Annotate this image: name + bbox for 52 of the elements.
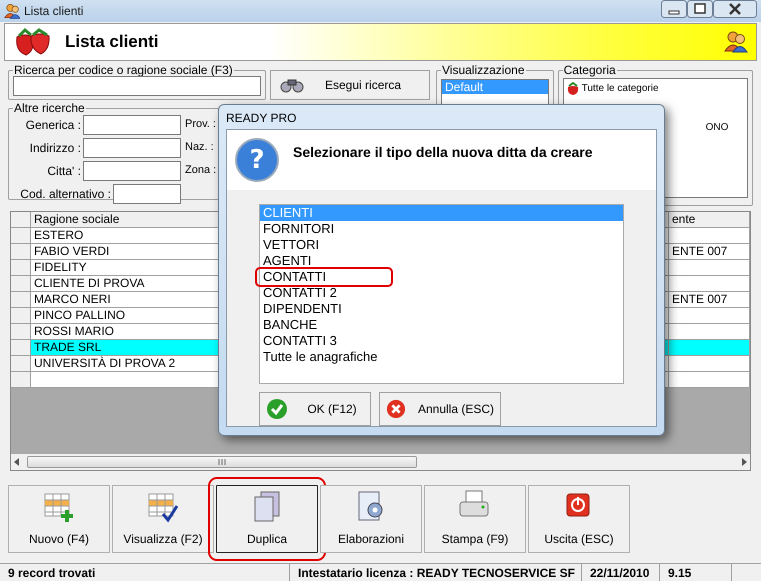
close-icon xyxy=(713,0,757,18)
app-icon xyxy=(4,3,20,19)
minimize-icon xyxy=(661,0,687,18)
toolbar-button[interactable]: Uscita (ESC) xyxy=(528,485,630,553)
field-label: Citta' : xyxy=(47,162,81,180)
tree-item[interactable]: ONO xyxy=(706,120,728,135)
input-field[interactable] xyxy=(83,160,181,180)
toolbar-button[interactable]: Elaborazioni xyxy=(320,485,422,553)
group-label: Altre ricerche xyxy=(13,102,86,114)
scroll-thumb[interactable] xyxy=(27,456,417,468)
status-text: 9.15 xyxy=(660,564,732,581)
window-title: Lista clienti xyxy=(24,3,84,20)
table-cell: ENTE 007 xyxy=(669,292,750,308)
tree-item[interactable]: Tutte le categorie xyxy=(582,81,659,96)
grip-icon xyxy=(218,459,226,465)
field-label: Zona : xyxy=(185,163,216,178)
cross-icon xyxy=(386,398,406,420)
strawberry-icon xyxy=(566,82,580,96)
search-field[interactable] xyxy=(13,76,261,96)
check-icon xyxy=(266,398,288,420)
input-field[interactable] xyxy=(83,138,181,158)
binoculars-icon xyxy=(279,77,305,93)
question-icon: ? xyxy=(235,138,279,182)
dialog-message: Selezionare il tipo della nuova ditta da creare xyxy=(293,143,593,162)
column-header: ente xyxy=(669,212,750,228)
status-text: Intestatario licenza : READY TECNOSERVICE SF xyxy=(290,564,582,581)
input-field[interactable] xyxy=(113,184,181,204)
status-text: 22/11/2010 xyxy=(582,564,660,581)
field-label: Cod. alternativo : xyxy=(20,186,111,202)
toolbar-button[interactable]: Visualizza (F2) xyxy=(112,485,214,553)
table-cell: ENTE 007 xyxy=(669,244,750,260)
search-button[interactable]: Esegui ricerca xyxy=(270,70,430,100)
dialog-title: READY PRO xyxy=(226,110,298,127)
field-label: Generica : xyxy=(26,116,81,134)
page-title: Lista clienti xyxy=(65,31,159,54)
input-field[interactable] xyxy=(83,114,181,134)
field-label: Naz. : xyxy=(185,140,214,156)
horizontal-scrollbar[interactable] xyxy=(11,454,750,470)
field-label: Prov. : xyxy=(185,117,216,132)
scroll-left-icon xyxy=(13,458,21,466)
field-label: Indirizzo : xyxy=(30,140,81,156)
toolbar-button[interactable]: Stampa (F9) xyxy=(424,485,526,553)
group-label: Visualizzazione xyxy=(441,64,526,76)
group-label: Categoria xyxy=(562,64,617,76)
dialog-button[interactable]: Annulla (ESC) xyxy=(379,392,501,426)
group-label: Ricerca per codice o ragione sociale (F3) xyxy=(13,64,234,76)
maximize-icon xyxy=(687,0,713,18)
toolbar-button[interactable]: Nuovo (F4) xyxy=(8,485,110,553)
dialog-button[interactable]: OK (F12) xyxy=(259,392,371,426)
status-text: 9 record trovati xyxy=(0,564,290,581)
scroll-right-icon xyxy=(740,458,748,466)
people-icon xyxy=(724,30,748,54)
